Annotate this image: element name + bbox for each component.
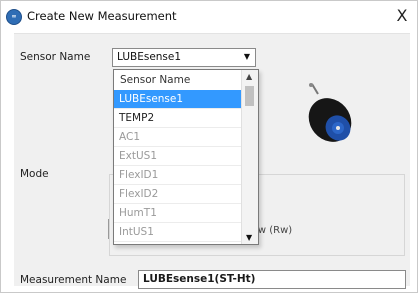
- scroll-up-icon[interactable]: ▲: [246, 72, 252, 81]
- sensor-device-icon: [308, 83, 352, 142]
- dropdown-item[interactable]: FlexID1: [114, 166, 242, 185]
- mode-label: Mode: [20, 168, 49, 180]
- measurement-name-label: Measurement Name: [20, 274, 127, 286]
- close-button[interactable]: X: [391, 5, 413, 27]
- dropdown-item[interactable]: ExtUS1: [114, 147, 242, 166]
- sensor-name-select[interactable]: LUBEsense1 ▼: [112, 48, 256, 67]
- dropdown-scrollbar[interactable]: ▲ ▼: [241, 70, 258, 244]
- dropdown-item[interactable]: AC1: [114, 128, 242, 147]
- measurement-name-value: LUBEsense1(ST-Ht): [143, 273, 256, 285]
- dropdown-header: Sensor Name: [114, 70, 242, 91]
- dropdown-item[interactable]: TEMP2: [114, 109, 242, 128]
- scroll-down-icon[interactable]: ▼: [246, 233, 252, 242]
- scroll-thumb[interactable]: [245, 86, 254, 106]
- app-logo-icon: ∞: [6, 9, 22, 25]
- dropdown-item[interactable]: HumT1: [114, 204, 242, 223]
- measurement-name-input[interactable]: LUBEsense1(ST-Ht): [138, 270, 406, 289]
- create-measurement-dialog: ∞ Create New Measurement X Sensor Name L…: [0, 0, 418, 293]
- sensor-name-label: Sensor Name: [20, 51, 91, 63]
- dropdown-item[interactable]: FlexID2: [114, 185, 242, 204]
- sensor-name-dropdown-list[interactable]: Sensor Name LUBEsense1 TEMP2 AC1 ExtUS1 Flex…: [113, 69, 259, 245]
- sensor-name-value: LUBEsense1: [117, 51, 182, 63]
- window-title: Create New Measurement: [27, 9, 177, 23]
- title-bar: ∞ Create New Measurement X: [1, 1, 417, 33]
- dropdown-item[interactable]: LUBEsense1: [114, 90, 242, 109]
- dropdown-item[interactable]: IntUS1: [114, 223, 242, 242]
- chevron-down-icon[interactable]: ▼: [244, 52, 250, 61]
